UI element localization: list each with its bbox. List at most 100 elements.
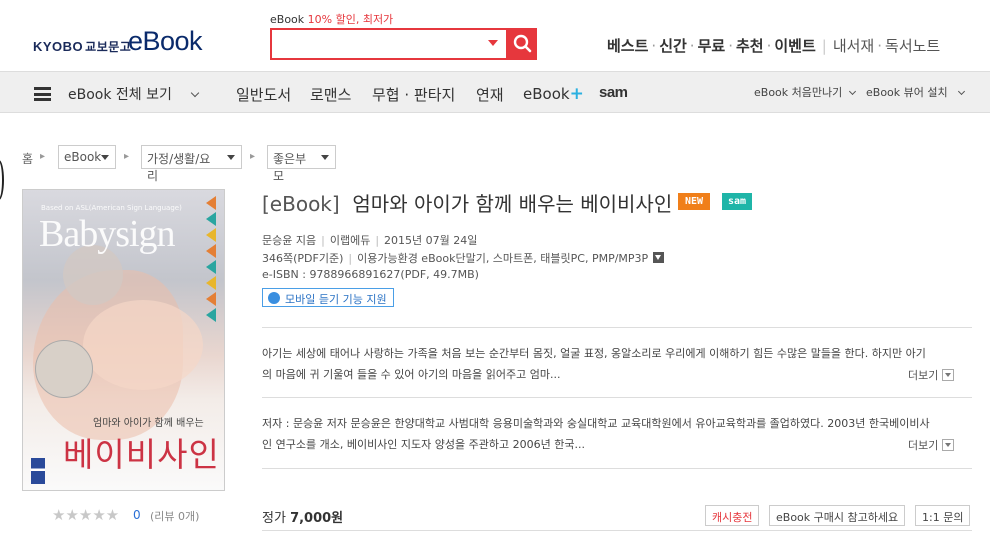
book-author[interactable]: 문승윤 지음 [262, 234, 316, 247]
cover-triangle [206, 212, 216, 226]
description-line: 의 마음에 귀 기울여 들을 수 있어 아기의 마음을 읽어주고 엄마... [262, 368, 561, 381]
breadcrumb-select-ebook[interactable]: eBook [58, 145, 116, 169]
breadcrumb-select-subcategory[interactable]: 좋은부모 [267, 145, 336, 183]
book-format-line: 346쪽(PDF기준) | 이용가능환경 eBook단말기, 스마트폰, 태블릿PC… [262, 250, 665, 266]
book-meta-line: 문승윤 지음 | 이랩에듀 | 2015년 07월 24일 [262, 234, 478, 247]
kyobo-logo-text: KYOBO [33, 39, 84, 54]
expand-icon [942, 369, 955, 381]
ebook-plus-label: eBook [523, 85, 570, 103]
nav-viewer-install[interactable]: eBook 뷰어 설치 [866, 84, 966, 100]
cover-triangle [206, 260, 216, 274]
devices-dropdown-icon[interactable] [653, 252, 665, 263]
search-input[interactable] [272, 30, 482, 58]
search-box [270, 28, 508, 60]
divider [262, 397, 972, 398]
cover-babysign-logo: Babysign [39, 213, 176, 255]
cover-subtitle: 엄마와 아이가 함께 배우는 [93, 418, 204, 429]
viewer-install-label: eBook 뷰어 설치 [866, 86, 948, 99]
kyobo-logo[interactable]: KYOBO 교보문고 [33, 38, 131, 55]
book-date: 2015년 07월 24일 [384, 234, 478, 247]
book-publisher[interactable]: 이랩에듀 [330, 234, 370, 247]
search-icon [513, 34, 532, 53]
top-link-free[interactable]: 무료 [698, 37, 726, 55]
sam-badge: sam [722, 193, 753, 210]
nav-ebook-intro[interactable]: eBook 처음만나기 [754, 84, 856, 100]
price-value: 7,000원 [290, 511, 344, 526]
hamburger-menu-icon[interactable] [34, 87, 51, 101]
breadcrumb-ebook-label: eBook [64, 150, 102, 164]
book-format-tag: [eBook] [262, 192, 340, 216]
price: 정가 7,000원 [262, 507, 343, 526]
dropdown-caret-icon [227, 155, 235, 160]
divider [262, 468, 972, 469]
category-nav: eBook 전체 보기 일반도서 로맨스 무협 · 판타지 연재 eBook+ … [0, 71, 990, 113]
nav-sam[interactable]: sam [599, 84, 628, 101]
all-ebook-menu[interactable]: eBook 전체 보기 [68, 84, 200, 104]
cover-title: 베이비사인 [63, 438, 220, 474]
breadcrumb-subcategory-label: 좋은부모 [273, 152, 307, 183]
chevron-down-icon [191, 88, 200, 98]
cover-badge [35, 340, 93, 398]
search-scope-dropdown-icon[interactable] [488, 40, 498, 46]
cover-triangle [206, 244, 216, 258]
author-bio: 저자 : 문승윤 저자 문승윤은 한양대학교 사범대학 응용미술학과와 숭실대학… [262, 413, 972, 455]
author-bio-line: 저자 : 문승윤 저자 문승윤은 한양대학교 사범대학 응용미술학과와 숭실대학… [262, 417, 930, 430]
mobile-audio-button[interactable]: 모바일 듣기 기능 지원 [262, 288, 394, 307]
plus-icon: + [569, 84, 584, 104]
new-badge: NEW [678, 193, 711, 210]
breadcrumb-arrow-icon: ▸ [124, 151, 130, 162]
cover-en-subtitle: Based on ASL(American Sign Language) [41, 204, 182, 212]
breadcrumb-select-category[interactable]: 가정/생활/요리 [141, 145, 242, 183]
cover-triangle [206, 308, 216, 322]
search-button[interactable] [507, 28, 537, 60]
breadcrumb-arrow-icon: ▸ [250, 151, 256, 162]
top-link-library[interactable]: 내서재 [833, 37, 874, 55]
book-cover[interactable]: Based on ASL(American Sign Language) Bab… [22, 189, 225, 491]
top-link-new[interactable]: 신간 [659, 37, 687, 55]
nav-martial-fantasy[interactable]: 무협 · 판타지 [372, 84, 455, 105]
description-more-button[interactable]: 더보기 [908, 367, 955, 383]
edge-handle [0, 160, 4, 200]
kyobo-logo-kr: 교보문고 [85, 40, 132, 54]
promo-prefix: eBook [270, 13, 308, 26]
cover-triangle [206, 276, 216, 290]
nav-ebook-plus[interactable]: eBook+ [523, 84, 584, 104]
publisher-logo [31, 458, 45, 484]
cover-triangle [206, 292, 216, 306]
review-count[interactable]: (리뷰 0개) [150, 508, 199, 524]
nav-romance[interactable]: 로맨스 [310, 84, 351, 105]
all-ebook-label: eBook 전체 보기 [68, 87, 172, 103]
book-title-text: 엄마와 아이가 함께 배우는 베이비사인 [352, 192, 673, 216]
book-pages: 346쪽(PDF기준) [262, 252, 344, 265]
breadcrumb-category-label: 가정/생활/요리 [147, 152, 211, 183]
expand-icon [942, 439, 955, 451]
author-more-button[interactable]: 더보기 [908, 437, 955, 453]
book-devices: 이용가능환경 eBook단말기, 스마트폰, 태블릿PC, PMP/MP3P [357, 252, 649, 265]
dropdown-caret-icon [321, 155, 329, 160]
top-link-reading-notes[interactable]: 독서노트 [885, 37, 940, 55]
top-links: 베스트 · 신간 · 무료 · 추천 · 이벤트 | 내서재 · 독서노트 [607, 37, 941, 55]
rating-score: 0 [133, 508, 141, 522]
top-link-recommend[interactable]: 추천 [736, 37, 764, 55]
promo-highlight: 10% 할인, 최저가 [307, 13, 394, 26]
nav-serial[interactable]: 연재 [476, 84, 504, 105]
cash-charge-button[interactable]: 캐시충전 [705, 505, 760, 526]
top-link-event[interactable]: 이벤트 [774, 37, 815, 55]
cover-triangle [206, 196, 216, 210]
nav-general-books[interactable]: 일반도서 [236, 84, 291, 105]
search-promo: eBook 10% 할인, 최저가 [270, 11, 393, 27]
dropdown-caret-icon [101, 155, 109, 160]
author-bio-line: 인 연구소를 개소, 베이비사인 지도자 양성을 주관하고 2006년 한국..… [262, 438, 585, 451]
more-label: 더보기 [908, 439, 939, 452]
headphone-icon [268, 292, 280, 304]
breadcrumb-home[interactable]: 홈 [22, 150, 33, 167]
chevron-down-icon [958, 87, 966, 96]
top-link-best[interactable]: 베스트 [607, 37, 648, 55]
purchase-notice-button[interactable]: eBook 구매시 참고하세요 [769, 505, 906, 526]
chevron-down-icon [848, 87, 856, 96]
divider [262, 327, 972, 328]
inquiry-button[interactable]: 1:1 문의 [915, 505, 971, 526]
mobile-audio-label: 모바일 듣기 기능 지원 [285, 293, 387, 306]
more-label: 더보기 [908, 369, 939, 382]
ebook-logo[interactable]: eBook [128, 26, 203, 57]
